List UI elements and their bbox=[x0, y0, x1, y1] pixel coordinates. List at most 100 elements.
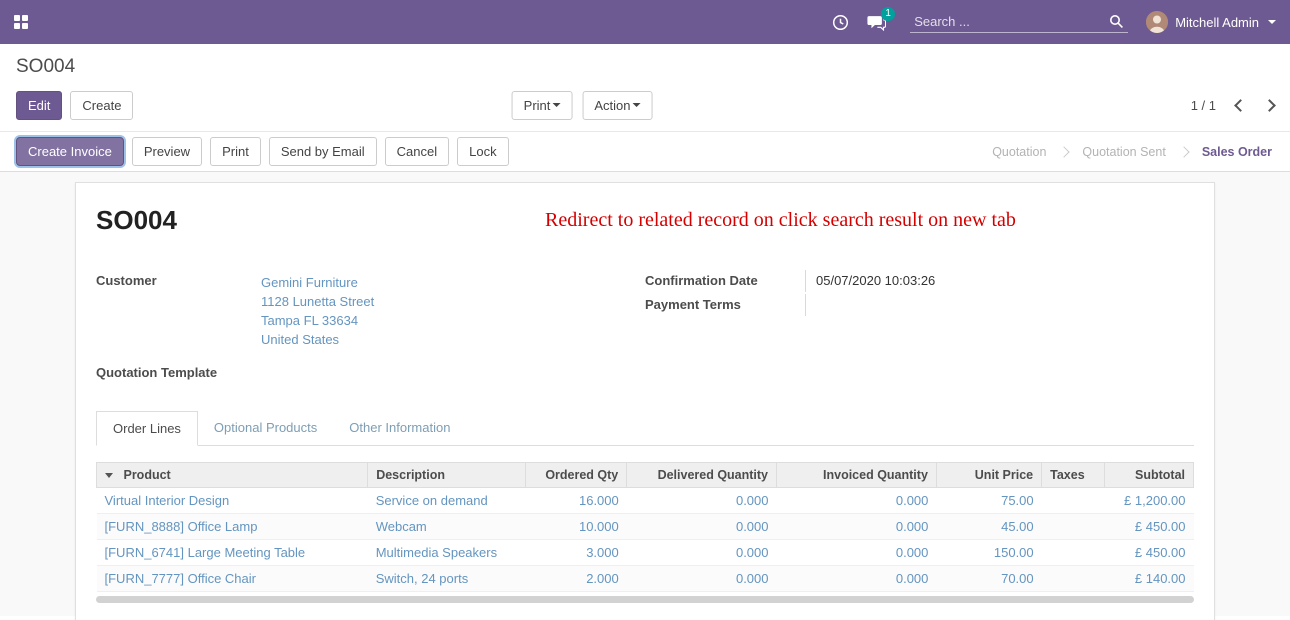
column-description[interactable]: Description bbox=[368, 463, 526, 488]
description-cell: Webcam bbox=[368, 514, 526, 540]
customer-country: United States bbox=[261, 330, 374, 349]
order-lines-table: Product Description Ordered Qty Delivere… bbox=[96, 462, 1194, 592]
horizontal-scrollbar[interactable] bbox=[96, 596, 1194, 603]
payment-terms-label: Payment Terms bbox=[645, 294, 805, 316]
activity-clock-icon[interactable] bbox=[832, 14, 849, 31]
quotation-template-label: Quotation Template bbox=[96, 362, 251, 383]
notebook-tabs: Order Lines Optional Products Other Info… bbox=[96, 411, 1194, 446]
description-cell: Switch, 24 ports bbox=[368, 566, 526, 592]
print-caret-down-icon bbox=[552, 103, 560, 107]
red-annotation-text: Redirect to related record on click sear… bbox=[177, 209, 1194, 232]
delivered-qty-cell: 0.000 bbox=[627, 514, 777, 540]
stage-sales-order[interactable]: Sales Order bbox=[1200, 141, 1274, 163]
unit-price-cell: 150.00 bbox=[936, 540, 1041, 566]
message-count-badge: 1 bbox=[881, 7, 895, 21]
send-by-email-button[interactable]: Send by Email bbox=[269, 137, 377, 166]
table-row[interactable]: [FURN_7777] Office Chair Switch, 24 port… bbox=[97, 566, 1194, 592]
stage-quotation[interactable]: Quotation bbox=[990, 141, 1048, 163]
quotation-template-value[interactable] bbox=[251, 362, 261, 383]
customer-value[interactable]: Gemini Furniture 1128 Lunetta Street Tam… bbox=[251, 270, 374, 352]
column-delivered-quantity[interactable]: Delivered Quantity bbox=[627, 463, 777, 488]
tab-order-lines[interactable]: Order Lines bbox=[96, 411, 198, 446]
action-dropdown-label: Action bbox=[594, 98, 630, 113]
user-menu[interactable]: Mitchell Admin bbox=[1146, 11, 1276, 33]
user-name: Mitchell Admin bbox=[1175, 15, 1259, 30]
pager-previous-icon[interactable] bbox=[1234, 99, 1247, 112]
invoiced-qty-cell: 0.000 bbox=[777, 540, 937, 566]
messages-chat-icon[interactable]: 1 bbox=[867, 14, 886, 31]
confirmation-date-value: 05/07/2020 10:03:26 bbox=[805, 270, 1005, 292]
column-taxes[interactable]: Taxes bbox=[1042, 463, 1105, 488]
search-icon[interactable] bbox=[1109, 14, 1124, 29]
description-cell: Service on demand bbox=[368, 488, 526, 514]
description-cell: Multimedia Speakers bbox=[368, 540, 526, 566]
ordered-qty-cell: 2.000 bbox=[526, 566, 627, 592]
column-ordered-qty[interactable]: Ordered Qty bbox=[526, 463, 627, 488]
invoiced-qty-cell: 0.000 bbox=[777, 566, 937, 592]
create-button[interactable]: Create bbox=[70, 91, 133, 120]
statusbar-stages: Quotation Quotation Sent Sales Order bbox=[990, 141, 1274, 163]
unit-price-cell: 45.00 bbox=[936, 514, 1041, 540]
customer-city: Tampa FL 33634 bbox=[261, 311, 374, 330]
product-cell: [FURN_6741] Large Meeting Table bbox=[97, 540, 368, 566]
product-cell: [FURN_8888] Office Lamp bbox=[97, 514, 368, 540]
delivered-qty-cell: 0.000 bbox=[627, 566, 777, 592]
user-avatar bbox=[1146, 11, 1168, 33]
ordered-qty-cell: 3.000 bbox=[526, 540, 627, 566]
preview-button[interactable]: Preview bbox=[132, 137, 202, 166]
column-unit-price[interactable]: Unit Price bbox=[936, 463, 1041, 488]
subtotal-cell: £ 1,200.00 bbox=[1104, 488, 1193, 514]
product-cell: [FURN_7777] Office Chair bbox=[97, 566, 368, 592]
top-navbar: 1 Mitchell Admin bbox=[0, 0, 1290, 44]
pager-counter[interactable]: 1 / 1 bbox=[1191, 98, 1216, 113]
payment-terms-value[interactable] bbox=[805, 294, 1005, 316]
table-row[interactable]: Virtual Interior Design Service on deman… bbox=[97, 488, 1194, 514]
lock-button[interactable]: Lock bbox=[457, 137, 508, 166]
content-area: SO004 Redirect to related record on clic… bbox=[0, 172, 1290, 616]
breadcrumb: SO004 bbox=[16, 56, 1274, 78]
stage-separator-icon bbox=[1059, 146, 1070, 157]
pager-next-icon[interactable] bbox=[1263, 99, 1276, 112]
product-cell: Virtual Interior Design bbox=[97, 488, 368, 514]
unit-price-cell: 70.00 bbox=[936, 566, 1041, 592]
taxes-cell bbox=[1042, 514, 1105, 540]
search-input[interactable] bbox=[914, 14, 1109, 29]
sales-order-sheet: SO004 Redirect to related record on clic… bbox=[75, 182, 1215, 620]
column-invoiced-quantity[interactable]: Invoiced Quantity bbox=[777, 463, 937, 488]
tab-other-information[interactable]: Other Information bbox=[333, 411, 466, 446]
customer-label: Customer bbox=[96, 270, 251, 352]
page-title: SO004 bbox=[96, 205, 177, 236]
apps-menu-icon[interactable] bbox=[14, 15, 28, 29]
customer-name: Gemini Furniture bbox=[261, 273, 374, 292]
status-action-bar: Create Invoice Preview Print Send by Ema… bbox=[0, 131, 1290, 172]
edit-button[interactable]: Edit bbox=[16, 91, 62, 120]
column-product[interactable]: Product bbox=[123, 468, 170, 482]
table-row[interactable]: [FURN_8888] Office Lamp Webcam 10.000 0.… bbox=[97, 514, 1194, 540]
tab-optional-products[interactable]: Optional Products bbox=[198, 411, 333, 446]
confirmation-date-label: Confirmation Date bbox=[645, 270, 805, 292]
column-subtotal[interactable]: Subtotal bbox=[1104, 463, 1193, 488]
delivered-qty-cell: 0.000 bbox=[627, 488, 777, 514]
taxes-cell bbox=[1042, 566, 1105, 592]
subtotal-cell: £ 450.00 bbox=[1104, 540, 1193, 566]
list-caret-down-icon[interactable] bbox=[105, 473, 113, 478]
taxes-cell bbox=[1042, 488, 1105, 514]
create-invoice-button[interactable]: Create Invoice bbox=[16, 137, 124, 166]
stage-separator-icon bbox=[1178, 146, 1189, 157]
print-dropdown[interactable]: Print bbox=[512, 91, 573, 120]
table-row[interactable]: [FURN_6741] Large Meeting Table Multimed… bbox=[97, 540, 1194, 566]
action-dropdown[interactable]: Action bbox=[582, 91, 652, 120]
action-caret-down-icon bbox=[633, 103, 641, 107]
delivered-qty-cell: 0.000 bbox=[627, 540, 777, 566]
stage-quotation-sent[interactable]: Quotation Sent bbox=[1080, 141, 1167, 163]
cancel-button[interactable]: Cancel bbox=[385, 137, 449, 166]
subtotal-cell: £ 140.00 bbox=[1104, 566, 1193, 592]
invoiced-qty-cell: 0.000 bbox=[777, 488, 937, 514]
customer-street: 1128 Lunetta Street bbox=[261, 292, 374, 311]
print-dropdown-label: Print bbox=[524, 98, 551, 113]
invoiced-qty-cell: 0.000 bbox=[777, 514, 937, 540]
control-panel: SO004 Edit Create Print Action 1 / 1 bbox=[0, 44, 1290, 131]
user-caret-down-icon bbox=[1268, 20, 1276, 24]
taxes-cell bbox=[1042, 540, 1105, 566]
print-button[interactable]: Print bbox=[210, 137, 261, 166]
